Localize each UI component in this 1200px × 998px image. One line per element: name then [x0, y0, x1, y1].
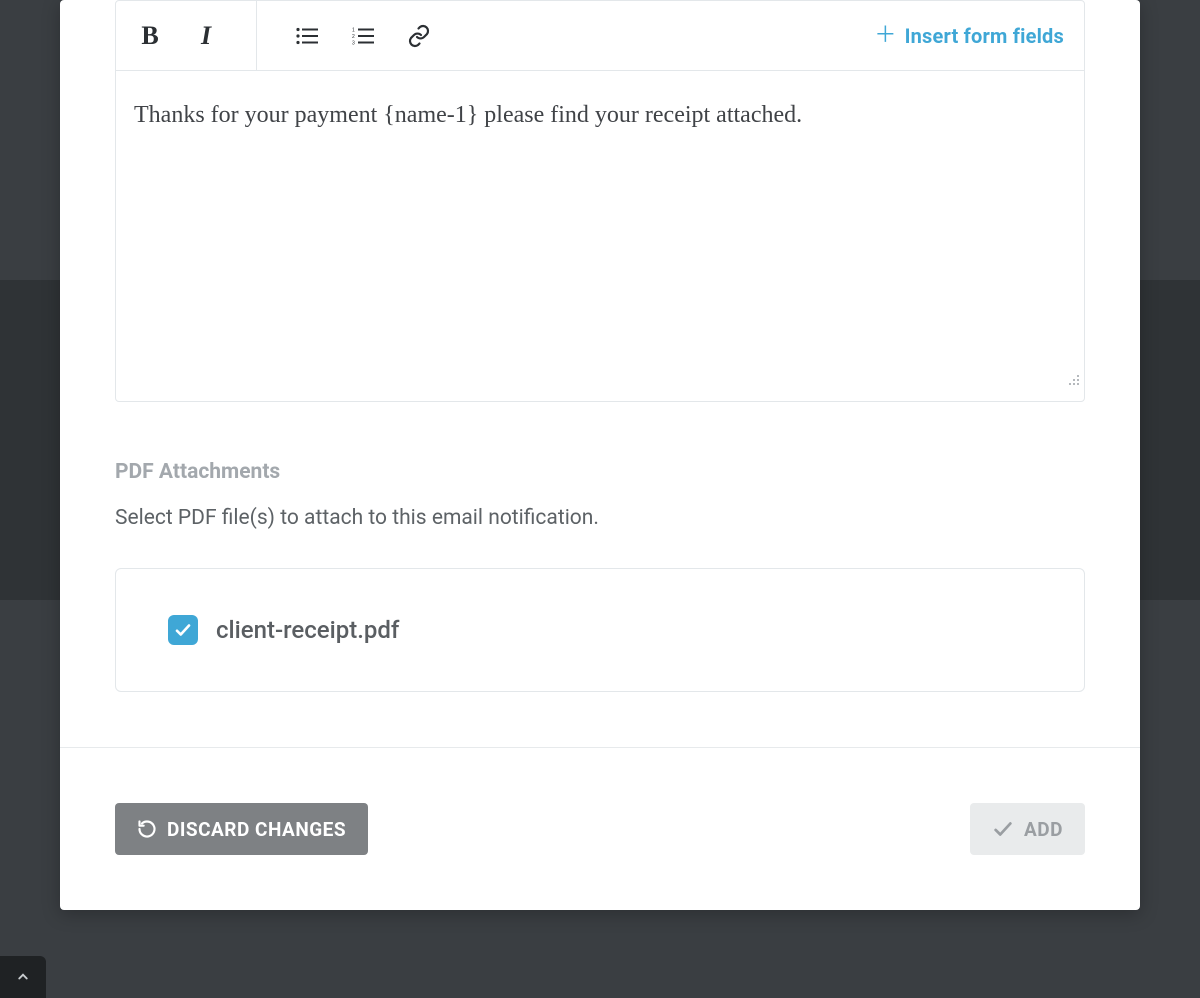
resize-handle[interactable] [1066, 363, 1080, 397]
svg-text:3: 3 [352, 40, 355, 45]
resize-grip-icon [1066, 372, 1080, 386]
toolbar-left-group: B I [136, 1, 433, 71]
check-icon [992, 818, 1014, 840]
list-bullets-icon [296, 27, 318, 45]
attachments-box: client-receipt.pdf [115, 568, 1085, 692]
link-button[interactable] [405, 22, 433, 50]
svg-text:2: 2 [352, 34, 355, 40]
attachment-checkbox[interactable] [168, 615, 198, 645]
discard-changes-button[interactable]: DISCARD CHANGES [115, 803, 368, 855]
italic-button[interactable]: I [192, 22, 220, 50]
bulleted-list-button[interactable] [293, 22, 321, 50]
check-icon [174, 621, 192, 639]
numbered-list-button[interactable]: 1 2 3 [349, 22, 377, 50]
plus-icon: ＋ [874, 25, 896, 47]
rich-text-editor: B I [115, 0, 1085, 402]
svg-text:1: 1 [352, 27, 355, 33]
card-footer: DISCARD CHANGES ADD [60, 747, 1140, 910]
editor-card: B I [60, 0, 1140, 910]
undo-icon [137, 819, 157, 839]
editor-content-area[interactable]: Thanks for your payment {name-1} please … [116, 71, 1084, 401]
editor-toolbar: B I [116, 1, 1084, 71]
pdf-attachments-help: Select PDF file(s) to attach to this ema… [115, 506, 1085, 530]
editor-text: Thanks for your payment {name-1} please … [134, 102, 802, 128]
list-numbers-icon: 1 2 3 [352, 27, 374, 45]
add-label: ADD [1024, 818, 1063, 841]
link-icon [407, 24, 431, 48]
expand-icon [14, 968, 32, 986]
bold-button[interactable]: B [136, 22, 164, 50]
corner-widget[interactable] [0, 956, 46, 998]
card-body: B I [60, 0, 1140, 747]
insert-form-fields-button[interactable]: ＋ Insert form fields [874, 24, 1064, 48]
attachment-row: client-receipt.pdf [168, 615, 1032, 645]
toolbar-divider [256, 1, 257, 71]
pdf-attachments-heading: PDF Attachments [115, 460, 1085, 484]
insert-form-fields-label: Insert form fields [905, 24, 1064, 48]
add-button[interactable]: ADD [970, 803, 1085, 855]
attachment-file-name: client-receipt.pdf [216, 616, 399, 644]
discard-changes-label: DISCARD CHANGES [167, 818, 346, 841]
